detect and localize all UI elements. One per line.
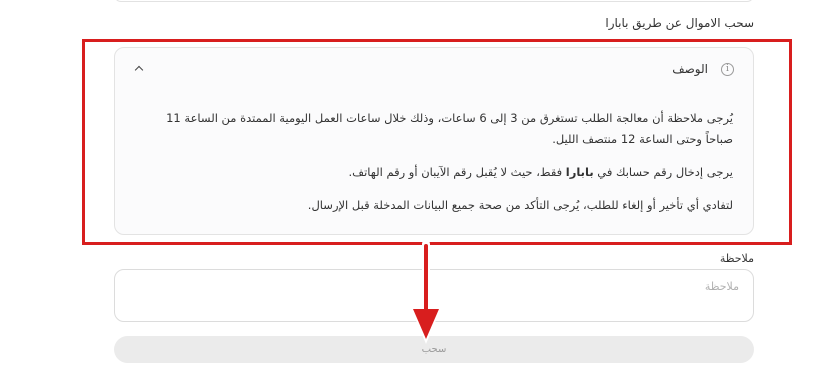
description-paragraph-account-number: يرجى إدخال رقم حسابك في بابارا فقط، حيث … bbox=[141, 162, 733, 183]
description-title: الوصف bbox=[672, 62, 708, 76]
note-input[interactable] bbox=[114, 269, 754, 322]
description-body: يُرجى ملاحظة أن معالجة الطلب تستغرق من 3… bbox=[141, 108, 733, 228]
section-title: سحب الاموال عن طريق بابارا bbox=[605, 16, 754, 30]
paragraph-bold-text: بابارا bbox=[565, 165, 594, 179]
info-icon: i bbox=[721, 63, 734, 76]
paragraph-text: فقط، حيث لا يُقبل رقم الآيبان أو رقم اله… bbox=[348, 165, 566, 179]
previous-card-edge bbox=[114, 0, 754, 2]
description-paragraph-verify-data: لتفادي أي تأخير أو إلغاء للطلب، يُرجى ال… bbox=[307, 198, 733, 212]
description-header[interactable]: i الوصف bbox=[115, 48, 753, 92]
description-paragraph-processing-time: يُرجى ملاحظة أن معالجة الطلب تستغرق من 3… bbox=[166, 111, 733, 146]
note-label: ملاحظة bbox=[719, 252, 754, 265]
chevron-up-icon[interactable] bbox=[132, 61, 146, 75]
paragraph-text: يرجى إدخال رقم حسابك في bbox=[593, 165, 733, 179]
withdraw-button[interactable]: سحب bbox=[114, 336, 754, 363]
description-panel: i الوصف يُرجى ملاحظة أن معالجة الطلب تست… bbox=[114, 47, 754, 235]
